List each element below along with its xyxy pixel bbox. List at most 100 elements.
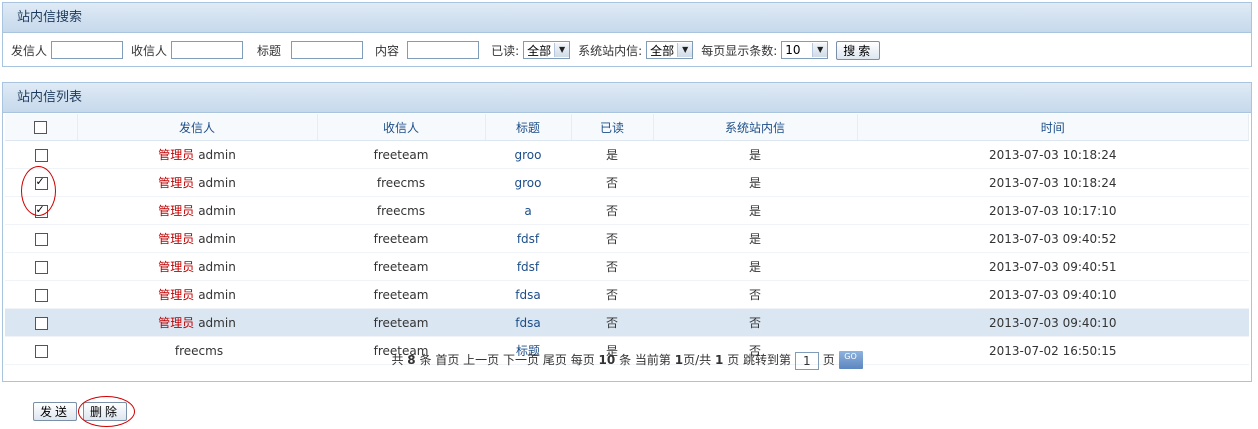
table-row[interactable]: 管理员 admin freeteam groo 是 是 2013-07-03 10… [5,140,1249,169]
receiver-cell: freeteam [317,308,485,337]
table-row[interactable]: 管理员 admin freeteam fdsf 否 是 2013-07-03 09… [5,224,1249,253]
table-row[interactable]: 管理员 admin freeteam fdsf 否 是 2013-07-03 09… [5,252,1249,281]
list-panel-title: 站内信列表 [3,83,1251,113]
pager-total-suffix: 条 [419,353,432,367]
read-select-value: 全部 [527,43,552,58]
sender-role: 管理员 [158,288,195,302]
pager-total-prefix: 共 [391,353,404,367]
pager-prev-link[interactable]: 上一页 [463,353,499,367]
pagesize-select[interactable]: 10 ▼ [781,41,829,59]
subject-link[interactable]: groo [515,148,542,162]
read-cell: 否 [571,308,653,337]
content-input[interactable] [407,41,480,59]
sender-role: 管理员 [158,176,195,190]
pager-last-link[interactable]: 尾页 [543,353,567,367]
system-cell: 否 [653,280,857,309]
read-cell: 否 [571,168,653,197]
table-row[interactable]: 管理员 admin freeteam fdsa 否 否 2013-07-03 09… [5,308,1249,337]
select-all-cell [5,114,78,141]
col-header-time[interactable]: 时间 [857,114,1249,141]
sender-role: 管理员 [158,204,195,218]
sender-role: 管理员 [158,260,195,274]
receiver-cell: freeteam [317,252,485,281]
read-cell: 是 [571,140,653,169]
time-cell: 2013-07-03 10:18:24 [857,168,1249,197]
pager-jump-prefix: 跳转到第 [743,353,792,367]
row-checkbox[interactable] [34,288,48,302]
pager-per: 10 [598,353,616,367]
read-select[interactable]: 全部 ▼ [523,41,571,59]
read-cell: 否 [571,224,653,253]
row-checkbox[interactable] [34,232,48,246]
row-checkbox[interactable] [34,148,48,162]
table-header-row: 发信人 收信人 标题 已读 系统站内信 时间 [5,114,1249,141]
system-cell: 是 [653,140,857,169]
receiver-label: 收信人 [131,43,168,58]
content-label: 内容 [375,43,400,58]
time-cell: 2013-07-03 09:40:10 [857,308,1249,337]
sender-role: 管理员 [158,148,195,162]
system-cell: 是 [653,252,857,281]
pager-next-link[interactable]: 下一页 [503,353,539,367]
search-button[interactable]: 搜索 [836,40,881,60]
subject-link[interactable]: fdsa [515,288,540,302]
col-header-system[interactable]: 系统站内信 [653,114,858,141]
subject-link[interactable]: fdsf [517,232,539,246]
system-cell: 是 [653,196,857,225]
receiver-cell: freeteam [317,224,485,253]
pager-total: 8 [407,353,416,367]
search-panel: 站内信搜索 发信人 收信人 标题 内容 已读: 全部 ▼ 系统站内信: 全部 ▼… [2,2,1252,67]
receiver-input[interactable] [171,41,244,59]
sender-input[interactable] [51,41,124,59]
pager-current: 1 [674,353,684,367]
system-cell: 是 [653,168,857,197]
page-jump-input[interactable]: 1 [794,351,819,370]
pager-first-link[interactable]: 首页 [435,353,459,367]
go-button[interactable]: GO [838,351,863,369]
select-all-checkbox[interactable] [34,121,48,134]
pager-per-prefix: 每页 [570,353,595,367]
search-form: 发信人 收信人 标题 内容 已读: 全部 ▼ 系统站内信: 全部 ▼ 每页显示条… [11,40,881,60]
row-checkbox[interactable] [34,260,48,274]
sender-name: admin [198,176,236,190]
subject-link[interactable]: fdsf [517,260,539,274]
col-header-read[interactable]: 已读 [571,114,654,141]
sender-name: admin [198,148,236,162]
time-cell: 2013-07-03 09:40:10 [857,280,1249,309]
pager-of-text: 页/共 [683,353,712,367]
time-cell: 2013-07-03 09:40:52 [857,224,1249,253]
sender-name: admin [198,260,236,274]
pager-pages-suffix: 页 [727,353,740,367]
pager-current-prefix: 当前第 [634,353,671,367]
table-row[interactable]: 管理员admin freecms a 否 是 2013-07-03 10:17:… [5,196,1249,225]
col-header-sender[interactable]: 发信人 [77,114,318,141]
system-label: 系统站内信: [578,43,643,58]
time-cell: 2013-07-03 10:18:24 [857,140,1249,169]
sender-name: admin [198,232,236,246]
row-checkbox[interactable] [34,316,48,330]
pagination: 共 8 条 首页 上一页 下一页 尾页 每页 10 条 当前第 1页/共 1 页… [3,351,1251,370]
subject-link[interactable]: groo [515,176,542,190]
system-select[interactable]: 全部 ▼ [646,41,694,59]
subject-link[interactable]: a [524,204,531,218]
col-header-subject[interactable]: 标题 [485,114,572,141]
chevron-down-icon: ▼ [812,43,828,57]
pager-per-suffix: 条 [619,353,632,367]
subject-link[interactable]: fdsa [515,316,540,330]
pager-pages: 1 [715,353,724,367]
col-header-receiver[interactable]: 收信人 [317,114,486,141]
table-row[interactable]: 管理员 admin freeteam fdsa 否 否 2013-07-03 09… [5,280,1249,309]
search-panel-title: 站内信搜索 [3,3,1251,33]
message-list-panel: 站内信列表 发信人 收信人 标题 已读 系统站内信 时间 管理员 admin fr… [2,82,1252,382]
pagesize-label: 每页显示条数: [701,43,778,58]
pager-jump-suffix: 页 [822,353,835,367]
sender-role: 管理员 [158,232,195,246]
subject-input[interactable] [291,41,364,59]
send-button[interactable]: 发送 [33,402,78,421]
receiver-cell: freecms [317,168,485,197]
system-select-value: 全部 [650,43,675,58]
receiver-cell: freeteam [317,280,485,309]
sender-role: 管理员 [158,316,195,330]
read-cell: 否 [571,280,653,309]
table-row[interactable]: 管理员admin freecms groo 否 是 2013-07-03 10:… [5,168,1249,197]
